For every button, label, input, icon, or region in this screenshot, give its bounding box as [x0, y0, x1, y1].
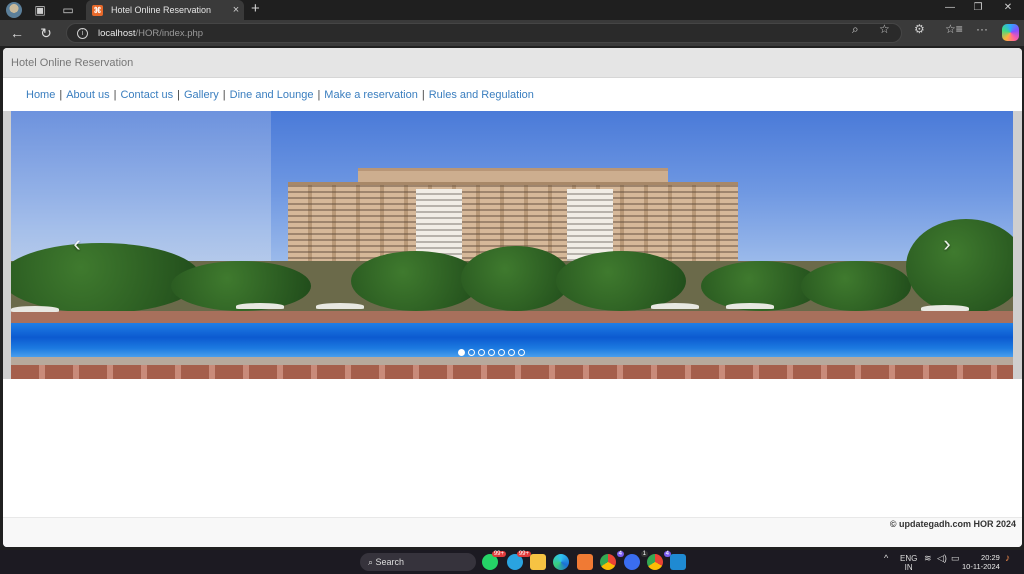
- extensions-icon[interactable]: ⚙: [914, 22, 925, 36]
- footer-copyright: © updategadh.com HOR 2024: [889, 519, 1016, 529]
- volume-icon[interactable]: ◁): [937, 554, 947, 563]
- main-menu: Home | About us | Contact us | Gallery |…: [3, 78, 1022, 111]
- carousel-indicator-5[interactable]: [498, 349, 505, 356]
- carousel-indicator-3[interactable]: [478, 349, 485, 356]
- zoom-icon[interactable]: ⌕: [852, 22, 859, 37]
- vscode-icon[interactable]: [670, 554, 686, 570]
- notification-bell-icon[interactable]: ♪: [1005, 554, 1010, 564]
- more-menu-icon[interactable]: ···: [976, 22, 988, 36]
- search-label: Search: [375, 557, 405, 567]
- tab-hotel-online-reservation[interactable]: ⌘ Hotel Online Reservation ×: [86, 0, 244, 20]
- favorites-icon[interactable]: ☆≡: [945, 22, 963, 36]
- umbrella: [651, 303, 699, 309]
- umbrella: [11, 306, 59, 312]
- favorite-star-icon[interactable]: ☆: [879, 22, 890, 36]
- language-top: ENG: [900, 554, 918, 563]
- edge-icon[interactable]: [553, 554, 569, 570]
- url-path: /HOR/index.php: [135, 27, 204, 39]
- menu-make-a-reservation[interactable]: Make a reservation: [324, 89, 418, 101]
- pool-edge: [11, 357, 1013, 365]
- tab-title: Hotel Online Reservation: [111, 5, 212, 15]
- minimize-button[interactable]: —: [940, 2, 960, 13]
- close-window-button[interactable]: ✕: [998, 2, 1018, 13]
- xampp-icon[interactable]: [577, 554, 593, 570]
- url-host: localhost: [98, 27, 136, 39]
- site-title: Hotel Online Reservation: [11, 56, 134, 69]
- battery-icon[interactable]: ▭: [951, 554, 960, 563]
- menu-dine-and-lounge[interactable]: Dine and Lounge: [230, 89, 314, 101]
- menu-separator: |: [177, 88, 180, 101]
- restore-button[interactable]: ❐: [968, 2, 988, 13]
- app-badge: 1: [640, 551, 648, 557]
- trees: [801, 261, 911, 311]
- carousel-indicator-6[interactable]: [508, 349, 515, 356]
- umbrella: [316, 303, 364, 309]
- menu-about-us[interactable]: About us: [66, 89, 109, 101]
- umbrella: [236, 303, 284, 309]
- telegram-badge: 99+: [516, 551, 531, 557]
- telegram-icon[interactable]: 99+: [507, 551, 531, 570]
- carousel-next-button[interactable]: ›: [932, 229, 962, 259]
- copilot-icon[interactable]: [1002, 24, 1019, 41]
- carousel-indicator-2[interactable]: [468, 349, 475, 356]
- trees: [461, 246, 571, 311]
- carousel-indicator-7[interactable]: [518, 349, 525, 356]
- carousel-slide-hotel-pool: [11, 111, 1013, 379]
- carousel-indicator-4[interactable]: [488, 349, 495, 356]
- reload-button[interactable]: ↻: [37, 24, 55, 42]
- tray-overflow-icon[interactable]: ^: [884, 554, 888, 563]
- tab-actions-icon[interactable]: ▭: [60, 2, 76, 18]
- taskbar-search[interactable]: ⌕ Search: [360, 553, 476, 571]
- menu-gallery[interactable]: Gallery: [184, 89, 219, 101]
- close-tab-icon[interactable]: ×: [228, 4, 244, 16]
- hotel-building-top: [358, 168, 668, 182]
- web-page: Hotel Online Reservation Home | About us…: [3, 48, 1022, 547]
- windows-start-icon[interactable]: [339, 555, 352, 568]
- menu-separator: |: [222, 88, 226, 101]
- umbrella: [726, 303, 774, 309]
- address-bar[interactable]: i localhost/HOR/index.php: [66, 23, 902, 43]
- file-explorer-icon[interactable]: [530, 554, 546, 570]
- menu-contact-us[interactable]: Contact us: [120, 89, 173, 101]
- browser-tab-bar: ▣ ▭ ⌘ Hotel Online Reservation × + — ❐ ✕: [0, 0, 1024, 20]
- language-bottom: IN: [904, 563, 913, 572]
- menu-rules-and-regulation[interactable]: Rules and Regulation: [429, 89, 534, 101]
- app-icon[interactable]: 1: [624, 551, 648, 570]
- whatsapp-badge: 99+: [491, 551, 506, 557]
- menu-home[interactable]: Home: [26, 89, 55, 101]
- site-footer: © updategadh.com HOR 2024: [3, 517, 1022, 547]
- trees: [556, 251, 686, 311]
- workspaces-icon[interactable]: ▣: [32, 2, 48, 18]
- carousel-prev-button[interactable]: ‹: [62, 229, 92, 259]
- chrome-profile-icon[interactable]: 4: [647, 551, 671, 570]
- wifi-icon[interactable]: ≋: [924, 554, 932, 563]
- tiled-floor: [11, 365, 1013, 379]
- search-icon: ⌕: [368, 556, 376, 567]
- site-header: Hotel Online Reservation: [3, 48, 1022, 78]
- carousel-indicators: [3, 349, 1022, 356]
- umbrella: [921, 305, 969, 311]
- whatsapp-icon[interactable]: 99+: [482, 551, 506, 570]
- url-text: localhost/HOR/index.php: [98, 28, 203, 39]
- new-tab-button[interactable]: +: [251, 0, 260, 18]
- xampp-favicon-icon: ⌘: [92, 4, 103, 16]
- chrome-badge: 4: [616, 551, 624, 557]
- site-info-icon[interactable]: i: [77, 27, 88, 39]
- browser-toolbar: ← ↻ i localhost/HOR/index.php ⌕ ☆ ⚙ ☆≡ ·…: [0, 20, 1024, 46]
- back-button[interactable]: ←: [8, 24, 26, 42]
- chrome-icon[interactable]: 4: [600, 551, 624, 570]
- hero-carousel: ‹ ›: [3, 111, 1022, 379]
- menu-separator: |: [421, 88, 425, 101]
- windows-taskbar: ⌕ Search 99+ 99+ 4 1 4 ^ ENG IN ≋ ◁) ▭ 2…: [0, 550, 1024, 574]
- clock-date: 10-11-2024: [962, 562, 1000, 571]
- menu-separator: |: [317, 88, 321, 101]
- taskbar-clock[interactable]: 20:29 10-11-2024: [962, 553, 1000, 571]
- carousel-indicator-1[interactable]: [458, 349, 465, 356]
- language-indicator[interactable]: ENG IN: [900, 554, 917, 572]
- profile-avatar[interactable]: [6, 2, 22, 18]
- menu-separator: |: [59, 88, 63, 101]
- menu-separator: |: [113, 88, 117, 101]
- clock-time: 20:29: [981, 553, 1000, 562]
